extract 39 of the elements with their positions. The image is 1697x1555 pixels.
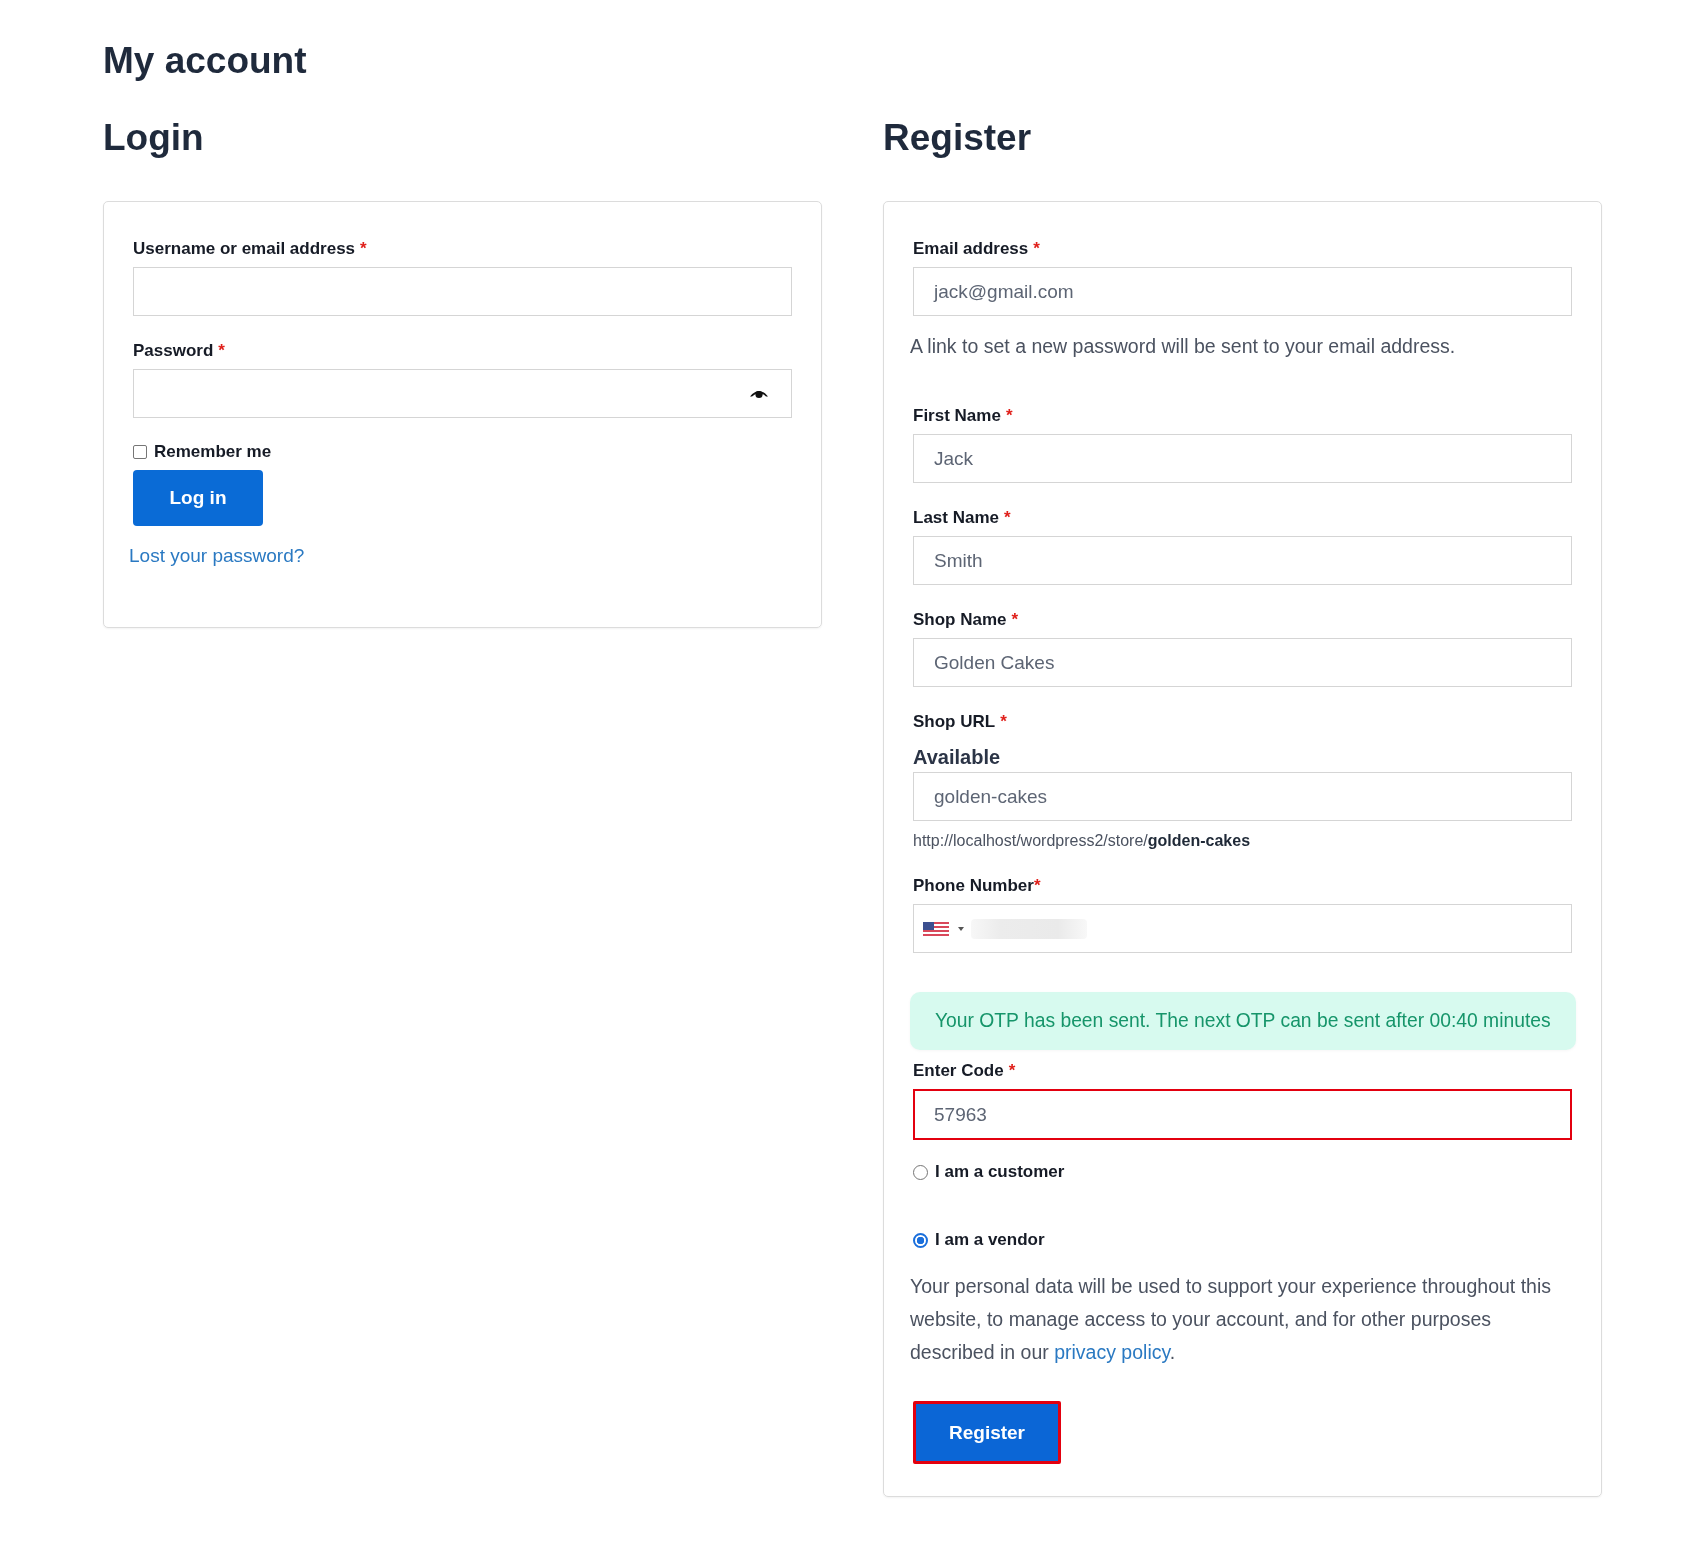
field-label: Enter Code * (913, 1060, 1016, 1082)
shop-url-preview: http://localhost/wordpress2/store/golden-cakes (913, 831, 1251, 851)
username-field[interactable] (133, 267, 792, 316)
login-button[interactable]: Log in (133, 470, 263, 526)
login-heading: Login (103, 116, 204, 160)
lost-password-link[interactable]: Lost your password? (129, 543, 305, 569)
checkbox-label[interactable]: Remember me (154, 440, 272, 464)
shop-url-field[interactable]: golden-cakes (913, 772, 1572, 821)
register-button[interactable]: Register (913, 1401, 1061, 1464)
field-label: Password * (133, 340, 225, 362)
radio-label[interactable]: I am a vendor (935, 1228, 1045, 1252)
text-field[interactable]: jack@gmail.com (913, 267, 1572, 316)
page-title: My account (103, 39, 307, 83)
field-label: Last Name * (913, 507, 1011, 529)
field-label: Phone Number* (913, 875, 1041, 897)
field-hint: A link to set a new password will be sent to your email address. (910, 334, 1456, 359)
eye-icon[interactable] (749, 388, 769, 399)
otp-sent-notice: Your OTP has been sent. The next OTP can be sent after 00:40 minutes (910, 992, 1576, 1050)
checkbox[interactable] (133, 445, 147, 459)
privacy-policy-link[interactable]: privacy policy (1054, 1341, 1170, 1363)
text-field[interactable]: Jack (913, 434, 1572, 483)
phone-field[interactable] (913, 904, 1572, 953)
field-label: First Name * (913, 405, 1013, 427)
caret-down-icon[interactable] (958, 926, 964, 931)
field-label: Username or email address * (133, 238, 367, 260)
radio-button[interactable] (913, 1232, 928, 1248)
password-field[interactable] (133, 369, 792, 418)
field-label: Shop Name * (913, 609, 1019, 631)
field-label: Email address * (913, 238, 1040, 260)
text-field[interactable]: 57963 (913, 1089, 1572, 1140)
availability-status: Available (913, 745, 1001, 770)
field-label: Shop URL * (913, 711, 1007, 733)
text-field[interactable]: Smith (913, 536, 1572, 585)
privacy-notice: Your personal data will be used to support your experience throughout this website, to manage access to your account, and for other purposes described in our privacy policy. (910, 1274, 1553, 1365)
text-field[interactable]: Golden Cakes (913, 638, 1572, 687)
flag-icon[interactable] (923, 921, 949, 936)
radio-label[interactable]: I am a customer (935, 1160, 1065, 1184)
radio-button[interactable] (913, 1164, 928, 1180)
register-heading: Register (883, 116, 1032, 160)
